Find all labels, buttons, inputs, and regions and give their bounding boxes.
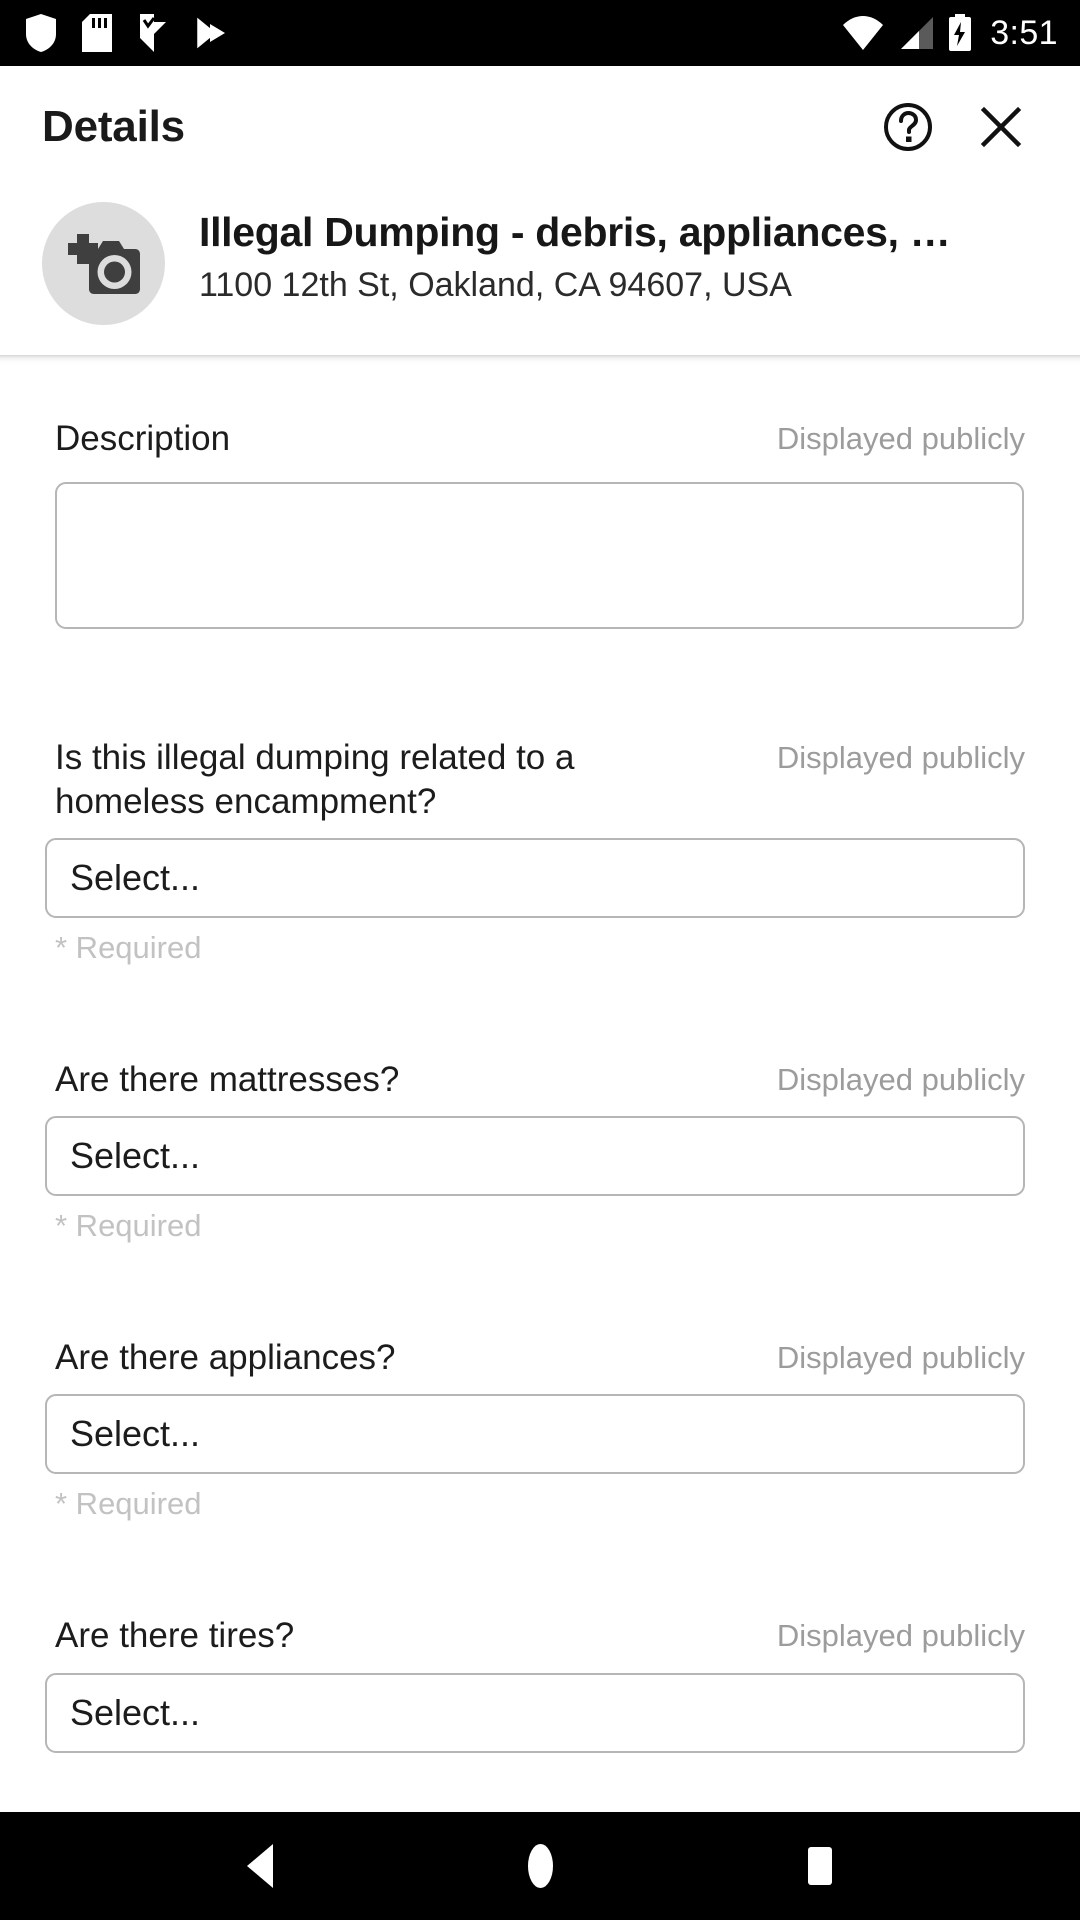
field-spacer bbox=[0, 629, 1080, 736]
field-label: Are there mattresses? bbox=[55, 1060, 400, 1100]
field-spacer bbox=[0, 1244, 1080, 1336]
nav-back-icon[interactable] bbox=[205, 1812, 315, 1920]
field-head: Are there appliances? Displayed publicly bbox=[45, 1336, 1025, 1380]
field-description: Description Displayed publicly bbox=[0, 417, 1080, 630]
wifi-icon bbox=[842, 15, 884, 51]
field-required-note: * Required bbox=[55, 930, 202, 966]
battery-charging-icon bbox=[948, 14, 972, 52]
nav-home-icon[interactable] bbox=[485, 1812, 595, 1920]
tires-select[interactable]: Select... bbox=[45, 1672, 1025, 1753]
help-circle-icon[interactable] bbox=[879, 98, 937, 156]
dialog-topbar: Details bbox=[0, 66, 1080, 188]
phone-screen: 3:51 Details Illegal Dumping - debris, a… bbox=[0, 0, 1080, 1920]
field-head: Are there tires? Displayed publicly bbox=[45, 1614, 1025, 1658]
field-label: Are there tires? bbox=[55, 1616, 295, 1656]
details-form: Description Displayed publicly Is this i… bbox=[0, 365, 1080, 1812]
field-mattresses: Are there mattresses? Displayed publicly… bbox=[0, 1058, 1080, 1244]
description-input[interactable] bbox=[55, 482, 1024, 630]
field-required-note: * Required bbox=[55, 1486, 202, 1522]
status-bar-left-icons bbox=[26, 12, 226, 54]
topbar-actions bbox=[879, 98, 1030, 156]
appliances-select[interactable]: Select... bbox=[45, 1394, 1025, 1475]
field-label: Description bbox=[55, 419, 231, 458]
homeless-encampment-select[interactable]: Select... bbox=[45, 838, 1025, 919]
add-a-photo-icon bbox=[67, 233, 140, 294]
field-label: Is this illegal dumping related to a hom… bbox=[55, 738, 575, 822]
vpn-key-icon bbox=[138, 14, 168, 52]
select-value: Select... bbox=[70, 1413, 201, 1455]
play-store-icon bbox=[194, 12, 226, 54]
select-value: Select... bbox=[70, 1135, 201, 1177]
field-head: Description Displayed publicly bbox=[45, 417, 1025, 461]
report-header-text: Illegal Dumping - debris, appliances, … … bbox=[199, 196, 1038, 306]
field-visibility-note: Displayed publicly bbox=[776, 1618, 1025, 1654]
status-bar-right-icons: 3:51 bbox=[842, 14, 1058, 53]
status-bar-clock: 3:51 bbox=[990, 13, 1058, 52]
field-visibility-note: Displayed publicly bbox=[776, 740, 1025, 776]
select-value: Select... bbox=[70, 1691, 201, 1733]
report-title: Illegal Dumping - debris, appliances, … bbox=[199, 209, 951, 255]
field-homeless-encampment: Is this illegal dumping related to a hom… bbox=[0, 736, 1080, 966]
sd-card-icon bbox=[82, 14, 112, 52]
field-required-note: * Required bbox=[55, 1208, 202, 1244]
field-visibility-note: Displayed publicly bbox=[776, 421, 1025, 456]
page-title: Details bbox=[42, 102, 185, 151]
status-bar: 3:51 bbox=[0, 0, 1080, 66]
field-head: Is this illegal dumping related to a hom… bbox=[45, 736, 1025, 824]
header-divider bbox=[0, 355, 1080, 365]
field-tires: Are there tires? Displayed publicly Sele… bbox=[0, 1614, 1080, 1753]
cell-signal-icon bbox=[897, 15, 935, 51]
field-spacer bbox=[0, 1522, 1080, 1614]
report-header-card: Illegal Dumping - debris, appliances, … … bbox=[0, 188, 1080, 355]
field-spacer bbox=[0, 966, 1080, 1058]
mattresses-select[interactable]: Select... bbox=[45, 1116, 1025, 1197]
android-nav-bar bbox=[0, 1812, 1080, 1920]
field-head: Are there mattresses? Displayed publicly bbox=[45, 1058, 1025, 1102]
nav-recents-icon[interactable] bbox=[765, 1812, 875, 1920]
field-label: Are there appliances? bbox=[55, 1338, 396, 1378]
avatar[interactable] bbox=[42, 202, 165, 325]
close-icon[interactable] bbox=[972, 98, 1030, 156]
report-address: 1100 12th St, Oakland, CA 94607, USA bbox=[199, 266, 792, 305]
select-value: Select... bbox=[70, 857, 201, 899]
field-appliances: Are there appliances? Displayed publicly… bbox=[0, 1336, 1080, 1522]
shield-icon bbox=[26, 14, 56, 52]
field-visibility-note: Displayed publicly bbox=[776, 1062, 1025, 1098]
field-visibility-note: Displayed publicly bbox=[776, 1340, 1025, 1376]
